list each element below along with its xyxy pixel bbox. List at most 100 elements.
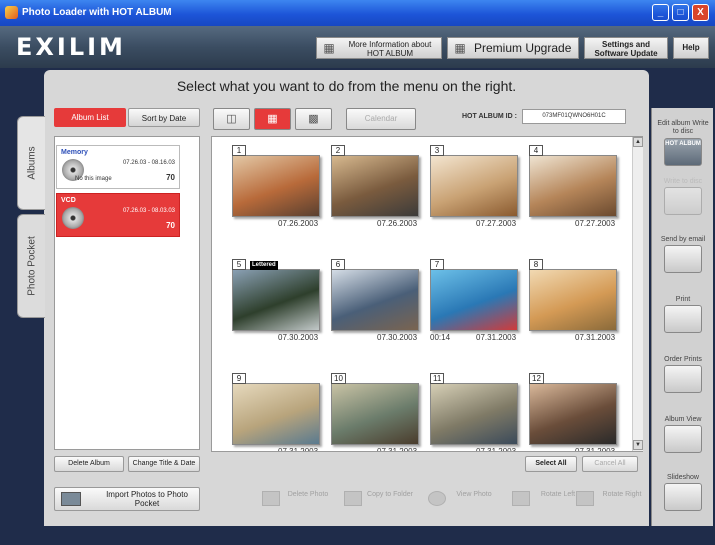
book-icon: [664, 425, 702, 453]
photo-thumbnail[interactable]: [529, 155, 617, 217]
photo-thumbnail[interactable]: [331, 269, 419, 331]
photo-date: 07.26.2003: [377, 219, 418, 228]
print-button[interactable]: Print: [656, 296, 710, 333]
write-disc-button[interactable]: Write to disc: [656, 178, 710, 215]
photo-number[interactable]: 3: [430, 145, 444, 156]
photo-gallery: 1 07.26.2003 2 07.26.2003 3 07.27.2003 4 07.27.…: [211, 136, 643, 452]
grid-icon: ▦: [454, 41, 466, 55]
photo-date: 07.31.2003: [476, 447, 517, 452]
magnifier-icon: [428, 491, 446, 506]
album-view-button[interactable]: Album View: [656, 416, 710, 453]
app-icon: [5, 6, 18, 19]
photo-time: 00:14: [430, 333, 451, 342]
photo-date: 07.31.2003: [476, 333, 517, 342]
calendar-button[interactable]: Calendar: [346, 108, 416, 130]
sort-by-date-tab[interactable]: Sort by Date: [128, 108, 200, 127]
photo-thumbnail[interactable]: [529, 269, 617, 331]
photo-number[interactable]: 4: [529, 145, 543, 156]
hot-album-id-label: HOT ALBUM ID :: [462, 113, 517, 120]
rotate-left-icon: [512, 491, 530, 506]
lettered-tag: Lettered: [250, 261, 278, 270]
view-dense-grid-button[interactable]: ▩: [295, 108, 332, 130]
more-info-button[interactable]: ▦ More Information about HOT ALBUM: [316, 37, 442, 59]
photo-thumbnail[interactable]: [232, 269, 320, 331]
album-list: Memory 07.26.03 - 08.16.03 70 No this im…: [54, 136, 200, 450]
photo-number[interactable]: 5 Lettered: [232, 259, 278, 270]
camera-icon: [61, 492, 81, 506]
disc-icon: [62, 207, 84, 229]
window-title: Photo Loader with HOT ALBUM: [22, 7, 172, 18]
photo-number[interactable]: 2: [331, 145, 345, 156]
minimize-button[interactable]: _: [652, 4, 669, 21]
slideshow-icon: [664, 483, 702, 511]
photo-thumbnail[interactable]: [331, 155, 419, 217]
photo-thumbnail[interactable]: [232, 155, 320, 217]
photo-date: 07.31.2003: [278, 447, 319, 452]
disc-icon: [664, 187, 702, 215]
right-menu: Edit album Write to disc HOT ALBUM Write…: [651, 108, 713, 526]
photo-thumbnail[interactable]: [430, 383, 518, 445]
close-button[interactable]: X: [692, 4, 709, 21]
tab-albums[interactable]: Albums: [17, 116, 45, 210]
photo-thumbnail[interactable]: [430, 269, 518, 331]
album-item-memory[interactable]: Memory 07.26.03 - 08.16.03 70 No this im…: [56, 145, 180, 189]
scroll-up-arrow[interactable]: ▲: [633, 137, 643, 147]
dense-grid-icon: ▩: [308, 113, 319, 125]
select-all-button[interactable]: Select All: [525, 456, 577, 472]
hot-album-id-field[interactable]: 073MF01QWNO6H01C: [522, 109, 626, 124]
slideshow-button[interactable]: Slideshow: [656, 474, 710, 511]
tab-photo-pocket[interactable]: Photo Pocket: [17, 214, 45, 318]
photo-thumbnail[interactable]: [529, 383, 617, 445]
photo-date: 07.31.2003: [575, 447, 616, 452]
exilim-logo: EXILIM: [16, 33, 126, 61]
photo-date: 07.31.2003: [575, 333, 616, 342]
cancel-all-button[interactable]: Cancel All: [582, 456, 638, 472]
photo-number[interactable]: 1: [232, 145, 246, 156]
view-photo-button[interactable]: View Photo: [424, 487, 502, 511]
photo-thumbnail[interactable]: [430, 155, 518, 217]
maximize-button[interactable]: □: [672, 4, 689, 21]
photo-number[interactable]: 7: [430, 259, 444, 270]
rotate-right-button[interactable]: Rotate Right: [572, 487, 644, 511]
photo-number[interactable]: 6: [331, 259, 345, 270]
rotate-right-icon: [576, 491, 594, 506]
delete-album-button[interactable]: Delete Album: [54, 456, 124, 472]
photo-date: 07.26.2003: [278, 219, 319, 228]
scroll-down-arrow[interactable]: ▼: [633, 440, 643, 450]
settings-button[interactable]: Settings and Software Update: [584, 37, 668, 59]
view-grid-button[interactable]: ▦: [254, 108, 291, 130]
photo-date: 07.30.2003: [377, 333, 418, 342]
delete-photo-button[interactable]: Delete Photo: [258, 487, 336, 511]
album-item-vcd[interactable]: VCD 07.26.03 - 08.03.03 70: [56, 193, 180, 237]
photo-date: 07.27.2003: [476, 219, 517, 228]
gallery-scrollbar[interactable]: ▲ ▼: [632, 137, 643, 451]
folder-icon: [344, 491, 362, 506]
title-bar: Photo Loader with HOT ALBUM _ □ X: [0, 0, 715, 26]
photo-date: 07.31.2003: [377, 447, 418, 452]
photo-number[interactable]: 8: [529, 259, 543, 270]
edit-album-button[interactable]: Edit album Write to disc HOT ALBUM: [656, 120, 710, 166]
printer-icon: [664, 305, 702, 333]
photo-date: 07.27.2003: [575, 219, 616, 228]
photo-thumbnail[interactable]: [331, 383, 419, 445]
photo-number[interactable]: 12: [529, 373, 544, 384]
import-photos-button[interactable]: Import Photos to Photo Pocket: [54, 487, 200, 511]
album-list-tab[interactable]: Album List: [54, 108, 126, 127]
order-prints-button[interactable]: Order Prints: [656, 356, 710, 393]
copy-to-folder-button[interactable]: Copy to Folder: [340, 487, 418, 511]
change-title-button[interactable]: Change Title & Date: [128, 456, 200, 472]
envelope-icon: [664, 245, 702, 273]
grid-view-icon: ▦: [267, 113, 278, 125]
photo-number[interactable]: 9: [232, 373, 246, 384]
send-email-button[interactable]: Send by email: [656, 236, 710, 273]
photo-number[interactable]: 10: [331, 373, 346, 384]
trash-icon: [262, 491, 280, 506]
photo-number[interactable]: 11: [430, 373, 445, 384]
hot-album-icon: HOT ALBUM: [664, 138, 702, 166]
help-button[interactable]: Help: [673, 37, 709, 59]
view-single-button[interactable]: ◫: [213, 108, 250, 130]
premium-upgrade-button[interactable]: ▦ Premium Upgrade: [447, 37, 579, 59]
photo-thumbnail[interactable]: [232, 383, 320, 445]
instruction-text: Select what you want to do from the menu…: [176, 78, 517, 94]
single-view-icon: ◫: [226, 113, 237, 125]
